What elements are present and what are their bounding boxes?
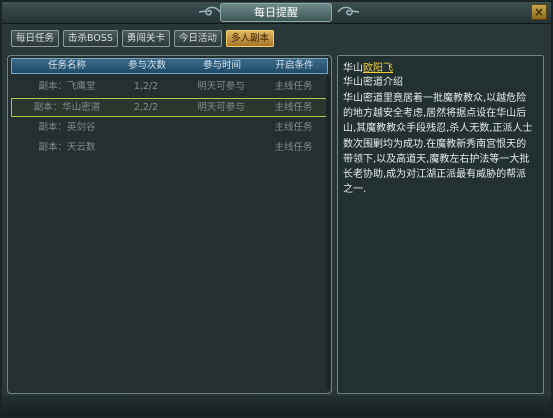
- tab-multiplayer-dungeon[interactable]: 多人副本: [225, 30, 274, 47]
- cloud-swirl-icon: [198, 6, 221, 16]
- row-task-name: 副本：天云数: [38, 142, 96, 153]
- row-time: 明天可参与: [197, 102, 245, 113]
- detail-location-line: 华山欧阳飞: [343, 62, 538, 76]
- detail-heading: 华山密道介绍: [343, 77, 403, 88]
- list-scrollbar[interactable]: [326, 76, 330, 390]
- tab-kill-boss[interactable]: 击杀BOSS: [63, 30, 118, 47]
- description-line: 数次围剿均为成功.在魔教新秀南宫恨天的: [343, 138, 527, 150]
- column-header-condition: 开启条件: [275, 60, 314, 71]
- column-header-time: 参与时间: [202, 60, 241, 71]
- description-line: 长老协助,成为对江湖正派最有威胁的帮派: [343, 169, 527, 181]
- bottom-bar: [2, 396, 551, 416]
- row-task-name: 副本：华山密道: [33, 102, 101, 113]
- column-header-task-name: 任务名称: [47, 60, 86, 71]
- description-line: 华山密道里竟居着一批魔教教众,以越危险: [343, 93, 527, 104]
- row-task-name: 副本：飞鹰堂: [38, 81, 96, 92]
- row-condition: 主线任务: [274, 102, 313, 113]
- column-header-count: 参与次数: [127, 60, 166, 71]
- row-time: 明天可参与: [197, 81, 245, 92]
- cloud-swirl-icon: [337, 6, 360, 16]
- window-title: 每日提醒: [220, 3, 332, 22]
- detail-location: 华山: [343, 63, 363, 74]
- row-condition: 主线任务: [274, 142, 313, 153]
- tab-today-events[interactable]: 今日活动: [173, 30, 222, 47]
- description-line: 山,其魔教教众手段残忍,杀人无数,正派人士: [343, 123, 533, 135]
- description-line: 带领下,以及高道天,魔教左右护法等一大批: [343, 153, 530, 165]
- row-task-name: 副本：英剑谷: [38, 122, 96, 133]
- table-row[interactable]: 副本：华山密道 2,2/2 明天可参与 主线任务: [11, 98, 328, 117]
- detail-description: 华山密道里竟居着一批魔教教众,以越危险 的地方越安全考虑,居然将据点设在华山后 …: [343, 91, 538, 197]
- row-condition: 主线任务: [274, 122, 313, 133]
- dungeon-list-panel: 任务名称 参与次数 参与时间 开启条件 副本：飞鹰堂 1,2/2 明天可参与 主…: [7, 55, 332, 394]
- tab-bar: 每日任务 击杀BOSS 勇闯关卡 今日活动 多人副本: [11, 30, 274, 48]
- close-button[interactable]: ×: [531, 4, 547, 20]
- description-line: 之一.: [343, 184, 367, 196]
- tab-challenge-stages[interactable]: 勇闯关卡: [121, 30, 170, 47]
- row-condition: 主线任务: [274, 81, 313, 92]
- dungeon-detail-panel: 华山欧阳飞 华山密道介绍 华山密道里竟居着一批魔教教众,以越危险 的地方越安全考…: [337, 55, 544, 394]
- title-bar[interactable]: 每日提醒 ×: [2, 2, 551, 24]
- table-header: 任务名称 参与次数 参与时间 开启条件: [11, 58, 328, 74]
- table-row[interactable]: 副本：飞鹰堂 1,2/2 明天可参与 主线任务: [11, 78, 328, 97]
- daily-reminder-window: 每日提醒 × 每日任务 击杀BOSS 勇闯关卡 今日活动 多人副本 任务名称 参…: [0, 0, 553, 418]
- description-line: 的地方越安全考虑,居然将据点设在华山后: [343, 108, 527, 120]
- tab-daily-tasks[interactable]: 每日任务: [11, 30, 60, 47]
- row-count: 1,2/2: [133, 81, 159, 92]
- table-row[interactable]: 副本：英剑谷 主线任务: [11, 119, 328, 138]
- row-count: 2,2/2: [133, 102, 159, 113]
- npc-link[interactable]: 欧阳飞: [363, 63, 393, 74]
- table-row[interactable]: 副本：天云数 主线任务: [11, 139, 328, 158]
